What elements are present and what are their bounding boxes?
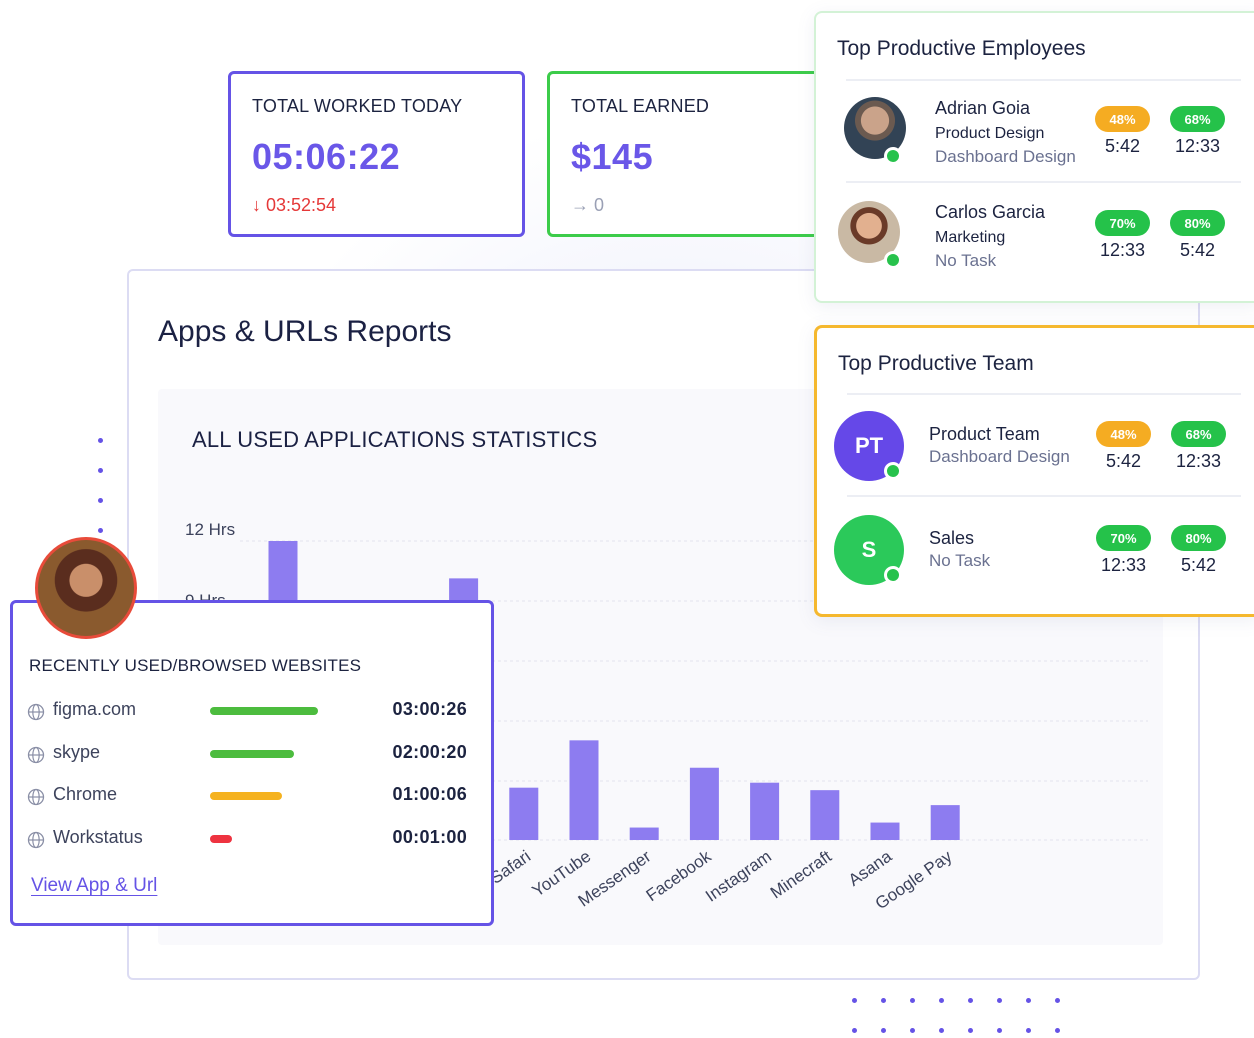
team-task: No Task [929, 551, 991, 570]
employee-row[interactable]: Adrian Goia Product Design Dashboard Des… [816, 83, 1254, 181]
website-row[interactable]: skype 02:00:20 [27, 742, 467, 772]
time-value: 12:33 [1175, 451, 1222, 471]
total-worked-value: 05:06:22 [252, 136, 401, 177]
total-earned-card: TOTAL EARNED $145 → 0 [547, 71, 847, 237]
productivity-badge: 68% [1171, 421, 1226, 447]
team-row[interactable]: PT Product Team Dashboard Design 48% 5:4… [817, 398, 1254, 496]
top-productive-team-card: Top Productive Team PT Product Team Dash… [814, 325, 1254, 617]
time-value: 12:33 [1099, 240, 1146, 260]
productivity-badge: 68% [1170, 106, 1225, 132]
usage-bar [210, 792, 282, 800]
globe-icon [27, 788, 45, 806]
employees-title: Top Productive Employees [837, 37, 1086, 60]
total-worked-card: TOTAL WORKED TODAY 05:06:22 ↓ 03:52:54 [228, 71, 525, 237]
employee-role: Product Design [935, 125, 1045, 142]
productivity-badge: 80% [1170, 210, 1225, 236]
time-value: 5:42 [1179, 240, 1216, 260]
online-status-icon [884, 251, 902, 269]
chart-bar[interactable] [569, 740, 599, 840]
website-name: skype [53, 741, 101, 762]
time-value: 12:33 [1174, 136, 1221, 156]
employee-name: Adrian Goia [935, 98, 1031, 118]
team-name: Product Team [929, 424, 1040, 444]
usage-bar [210, 834, 232, 843]
online-status-icon [884, 566, 902, 584]
y-tick-label: 12 Hrs [185, 520, 235, 539]
x-category-label: Minecraft [767, 847, 835, 903]
online-status-icon [884, 462, 902, 480]
employee-role: Marketing [935, 229, 1006, 246]
website-time: 02:00:20 [392, 741, 467, 762]
productivity-badge: 80% [1171, 525, 1226, 551]
time-value: 12:33 [1100, 555, 1147, 575]
top-productive-employees-card: Top Productive Employees Adrian Goia Pro… [814, 11, 1254, 303]
employee-name: Carlos Garcia [935, 202, 1046, 222]
chart-bar[interactable] [509, 787, 539, 840]
total-earned-label: TOTAL EARNED [571, 96, 710, 116]
website-name: Chrome [53, 784, 118, 804]
team-task: Dashboard Design [929, 447, 1070, 466]
divider [847, 495, 1241, 497]
divider [846, 79, 1241, 81]
employee-task: No Task [935, 251, 997, 270]
globe-icon [27, 703, 45, 721]
x-category-label: Instagram [702, 847, 775, 906]
website-name: Workstatus [53, 826, 143, 847]
x-category-label: Facebook [643, 846, 715, 905]
chart-bar[interactable] [870, 822, 900, 840]
chart-bar[interactable] [689, 767, 719, 840]
chart-bar[interactable] [750, 782, 780, 840]
total-worked-label: TOTAL WORKED TODAY [252, 96, 463, 116]
productivity-badge: 48% [1096, 421, 1151, 447]
employee-row[interactable]: Carlos Garcia Marketing No Task 70% 12:3… [816, 187, 1254, 285]
x-category-label: Asana [845, 846, 896, 890]
time-value: 5:42 [1104, 136, 1141, 156]
website-time: 01:00:06 [392, 784, 467, 804]
chart-bar[interactable] [810, 790, 840, 840]
total-earned-value: $145 [571, 136, 654, 177]
total-earned-change: → 0 [571, 195, 605, 215]
chart-bar[interactable] [629, 827, 659, 840]
website-time: 03:00:26 [392, 699, 467, 719]
time-value: 5:42 [1180, 555, 1217, 575]
productivity-badge: 70% [1095, 210, 1150, 236]
report-title: Apps & URLs Reports [158, 315, 452, 348]
recent-websites-card: RECENTLY USED/BROWSED WEBSITES figma.com… [10, 600, 494, 926]
website-name: figma.com [53, 699, 137, 719]
total-worked-change: ↓ 03:52:54 [252, 195, 337, 215]
website-time: 00:01:00 [392, 826, 467, 847]
time-value: 5:42 [1105, 451, 1142, 471]
productivity-badge: 70% [1096, 525, 1151, 551]
website-row[interactable]: Workstatus 00:01:00 [27, 827, 467, 857]
user-avatar [35, 537, 137, 639]
chart-bar[interactable] [930, 805, 960, 840]
globe-icon [27, 831, 45, 848]
view-app-url-link[interactable]: View App & Url [31, 875, 157, 897]
usage-bar [210, 707, 318, 715]
divider [846, 181, 1241, 183]
divider [847, 393, 1241, 395]
website-row[interactable]: figma.com 03:00:26 [27, 699, 467, 729]
usage-bar [210, 749, 294, 758]
team-name: Sales [929, 528, 975, 548]
online-status-icon [884, 147, 902, 165]
website-row[interactable]: Chrome 01:00:06 [27, 784, 467, 814]
globe-icon [27, 746, 45, 763]
employee-task: Dashboard Design [935, 147, 1076, 166]
team-title: Top Productive Team [838, 352, 1034, 375]
team-row[interactable]: S Sales No Task 70% 12:33 80% 5:42 [817, 502, 1254, 600]
productivity-badge: 48% [1095, 106, 1150, 132]
websites-title: RECENTLY USED/BROWSED WEBSITES [29, 656, 362, 675]
